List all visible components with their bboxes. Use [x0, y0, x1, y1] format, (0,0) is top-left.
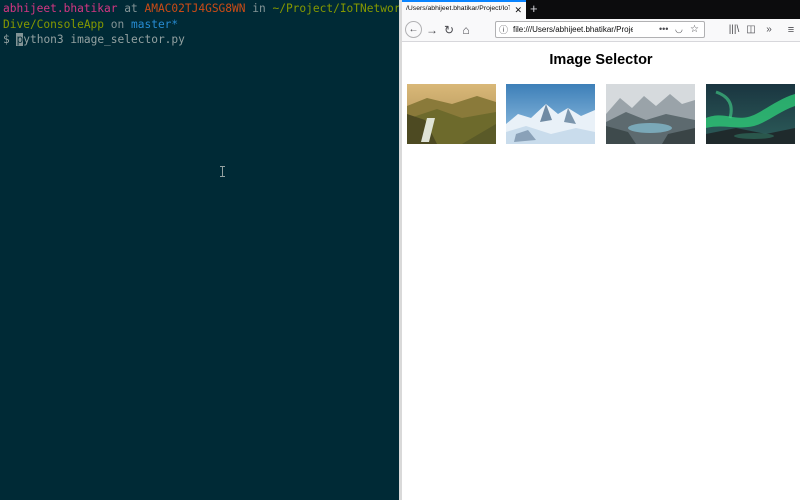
url-input[interactable]: file:///Users/abhijeet.bhatikar/Project: [513, 24, 633, 36]
prompt-in-word: in: [245, 2, 273, 15]
bookmark-star-icon[interactable]: ☆: [690, 22, 699, 37]
url-bar[interactable]: ⓘ file:///Users/abhijeet.bhatikar/Projec…: [495, 21, 705, 38]
library-icon[interactable]: |||\: [725, 21, 743, 39]
back-button[interactable]: ←: [405, 21, 422, 38]
image-thumbnail-mountain-lake[interactable]: [606, 84, 695, 144]
prompt-on-word: on: [104, 17, 131, 31]
prompt-user: abhijeet.bhatikar: [3, 2, 118, 15]
prompt-line-2: Dive/ConsoleApp on master*: [0, 17, 399, 33]
command-text: ython3 image_selector.py: [23, 33, 185, 46]
image-thumbnail-aurora[interactable]: [706, 84, 795, 144]
page-content: Image Selector: [402, 42, 800, 500]
sidebar-icon[interactable]: ◫: [742, 21, 760, 39]
image-thumbnail-snowy-peaks[interactable]: [506, 84, 595, 144]
reload-button[interactable]: ↻: [440, 21, 458, 39]
prompt-at-word: at: [117, 2, 145, 15]
navigation-toolbar: ← → ↻ ⌂ ⓘ file:///Users/abhijeet.bhatika…: [402, 19, 800, 42]
home-button[interactable]: ⌂: [457, 21, 475, 39]
prompt-path-part2: Dive/ConsoleApp: [3, 17, 105, 31]
prompt-host: AMAC02TJ4GSG8WN: [144, 2, 246, 15]
pocket-icon[interactable]: ◡: [675, 22, 683, 37]
prompt-path-part1: ~/Project/IoTNetworkDeep: [272, 2, 399, 15]
hamburger-menu-icon[interactable]: ≡: [782, 21, 800, 39]
page-title: Image Selector: [549, 52, 653, 68]
prompt-symbol: $: [3, 33, 17, 46]
prompt-git-branch: master*: [131, 17, 179, 31]
overflow-menu-icon[interactable]: »: [760, 21, 778, 39]
browser-tab[interactable]: /Users/abhijeet.bhatikar/Project/IoT ✕: [402, 0, 526, 19]
tab-title: /Users/abhijeet.bhatikar/Project/IoT: [406, 5, 510, 12]
close-tab-icon[interactable]: ✕: [514, 4, 522, 16]
ibeam-cursor-icon: [220, 166, 225, 177]
forward-button[interactable]: →: [423, 21, 441, 39]
image-thumbnail-valley[interactable]: [407, 84, 496, 144]
prompt-line-1: abhijeet.bhatikar at AMAC02TJ4GSG8WN in …: [0, 1, 399, 17]
page-actions-icon[interactable]: •••: [659, 22, 668, 37]
command-line[interactable]: $ python3 image_selector.py: [0, 32, 399, 48]
new-tab-button[interactable]: +: [530, 1, 538, 17]
browser-window: /Users/abhijeet.bhatikar/Project/IoT ✕ +…: [402, 0, 800, 500]
tab-bar: /Users/abhijeet.bhatikar/Project/IoT ✕ +: [402, 0, 800, 19]
site-info-icon[interactable]: ⓘ: [499, 23, 508, 37]
terminal-window[interactable]: abhijeet.bhatikar at AMAC02TJ4GSG8WN in …: [0, 0, 399, 500]
